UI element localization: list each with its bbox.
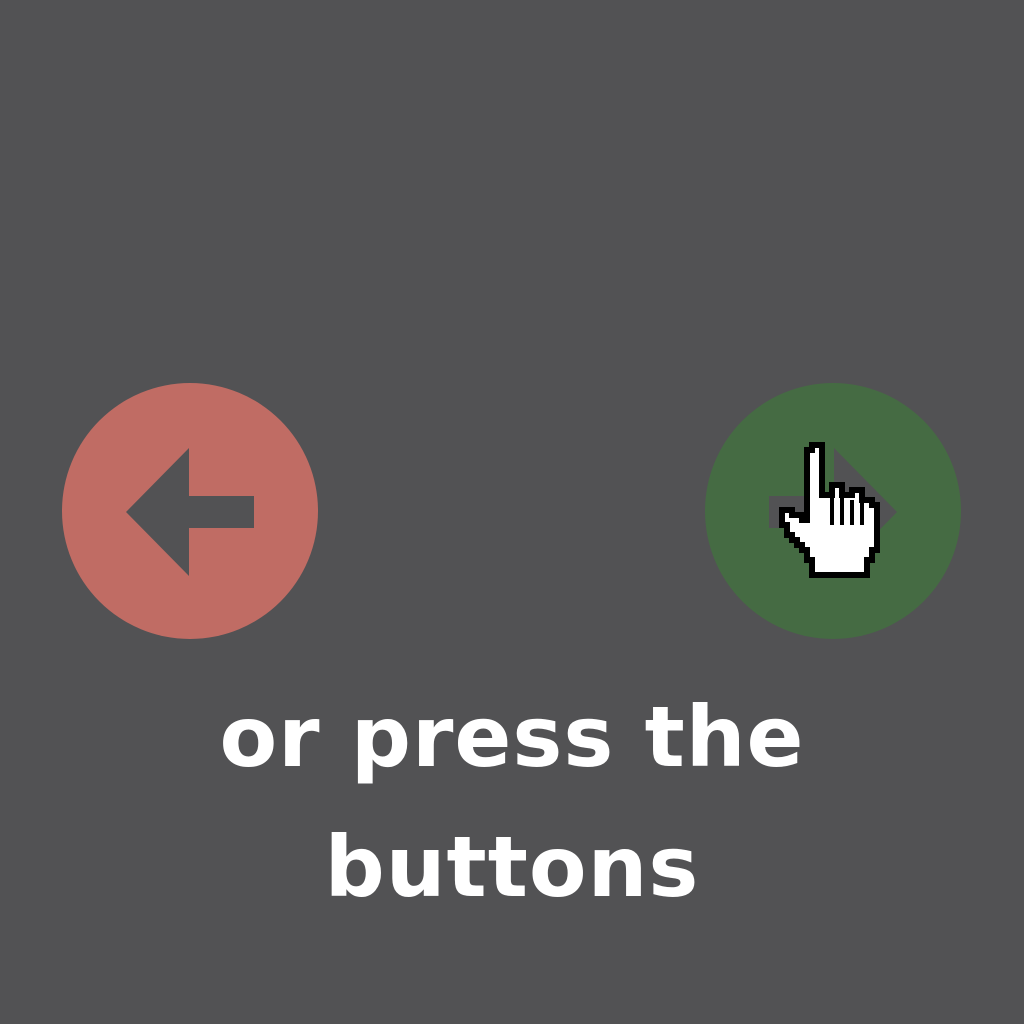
previous-button[interactable] (62, 383, 318, 639)
hand-pointer-icon (779, 442, 880, 578)
tutorial-screen: or press the buttons (0, 0, 1024, 1024)
instruction-line-1: or press the (219, 688, 805, 786)
instruction-line-2: buttons (324, 818, 700, 916)
instruction-text: or press the buttons (112, 672, 912, 932)
arrow-left-icon (126, 448, 254, 576)
